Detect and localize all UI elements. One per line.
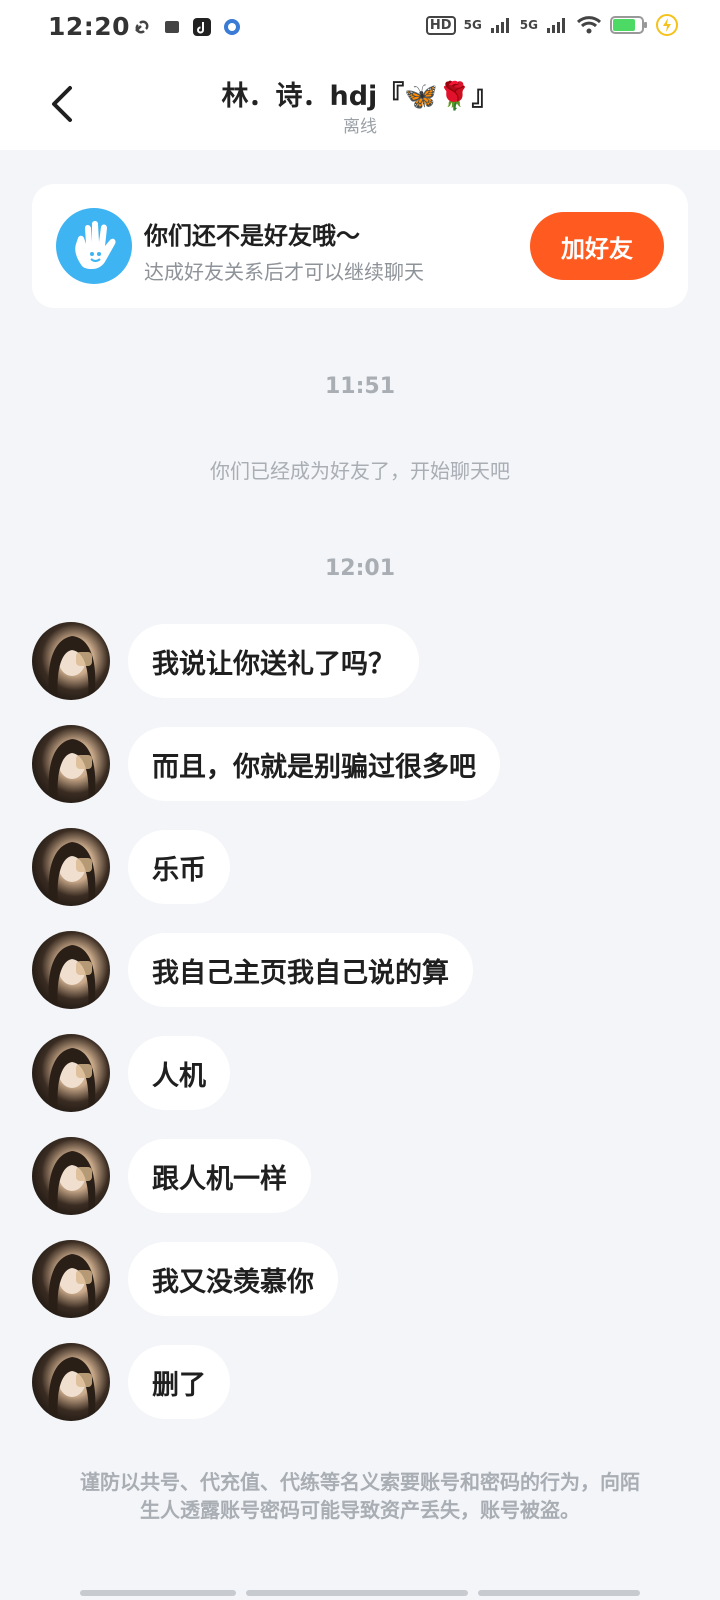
charging-icon — [656, 14, 678, 36]
safety-notice: 谨防以共号、代充值、代练等名义索要账号和密码的行为，向陌生人透露账号密码可能导致… — [80, 1470, 640, 1522]
chat-header: 林．诗．hdj『🦋🌹』 离线 — [0, 56, 720, 150]
message-bubble[interactable]: 乐币 — [128, 830, 230, 904]
system-message: 你们已经成为好友了，开始聊天吧 — [210, 459, 510, 483]
signal-icon-2 — [547, 18, 565, 33]
avatar[interactable] — [32, 1137, 110, 1215]
friend-request-card: 你们还不是好友哦～ 达成好友关系后才可以继续聊天 加好友 — [32, 184, 688, 308]
battery-icon — [610, 16, 647, 34]
message-bubble[interactable]: 我自己主页我自己说的算 — [128, 933, 473, 1007]
hd-badge: HD — [425, 15, 456, 35]
signal-5g-label-1: 5G — [463, 18, 482, 32]
timestamp: 12:01 — [324, 556, 396, 581]
message-bubble[interactable]: 而且，你就是别骗过很多吧 — [128, 727, 500, 801]
avatar[interactable] — [32, 725, 110, 803]
nav-bar-segment — [478, 1590, 640, 1596]
signal-icon — [490, 18, 509, 33]
status-bar: 12:20 HD 5G 5G — [0, 0, 720, 56]
avatar[interactable] — [32, 1343, 110, 1421]
timestamp: 11:51 — [324, 374, 396, 399]
message-bubble[interactable]: 跟人机一样 — [128, 1139, 311, 1213]
avatar[interactable] — [32, 828, 110, 906]
message-bubble[interactable]: 我说让你送礼了吗？ — [128, 624, 419, 698]
link-icon — [135, 20, 149, 34]
message-bubble[interactable]: 我又没羡慕你 — [128, 1242, 338, 1316]
avatar[interactable] — [32, 1034, 110, 1112]
hand-icon — [56, 208, 132, 284]
card-subtitle: 达成好友关系后才可以继续聊天 — [144, 260, 424, 284]
app-icon — [224, 19, 240, 35]
contact-name[interactable]: 林．诗．hdj『🦋🌹』 — [0, 74, 720, 113]
status-system-icons: HD 5G 5G — [425, 14, 678, 36]
add-friend-button[interactable]: 加好友 — [530, 212, 664, 280]
online-status: 离线 — [343, 117, 377, 137]
avatar[interactable] — [32, 1240, 110, 1318]
status-time: 12:20 — [48, 12, 131, 41]
message-bubble[interactable]: 人机 — [128, 1036, 230, 1110]
nav-bar-segment — [80, 1590, 236, 1596]
nav-bar-segment — [246, 1590, 468, 1596]
tiktok-icon — [193, 18, 211, 36]
card-title: 你们还不是好友哦～ — [144, 222, 360, 250]
avatar[interactable] — [32, 931, 110, 1009]
signal-5g-label-2: 5G — [519, 18, 538, 32]
wifi-icon — [576, 16, 602, 34]
book-icon — [165, 21, 179, 33]
message-bubble[interactable]: 删了 — [128, 1345, 230, 1419]
avatar[interactable] — [32, 622, 110, 700]
status-notification-icons — [132, 17, 242, 37]
